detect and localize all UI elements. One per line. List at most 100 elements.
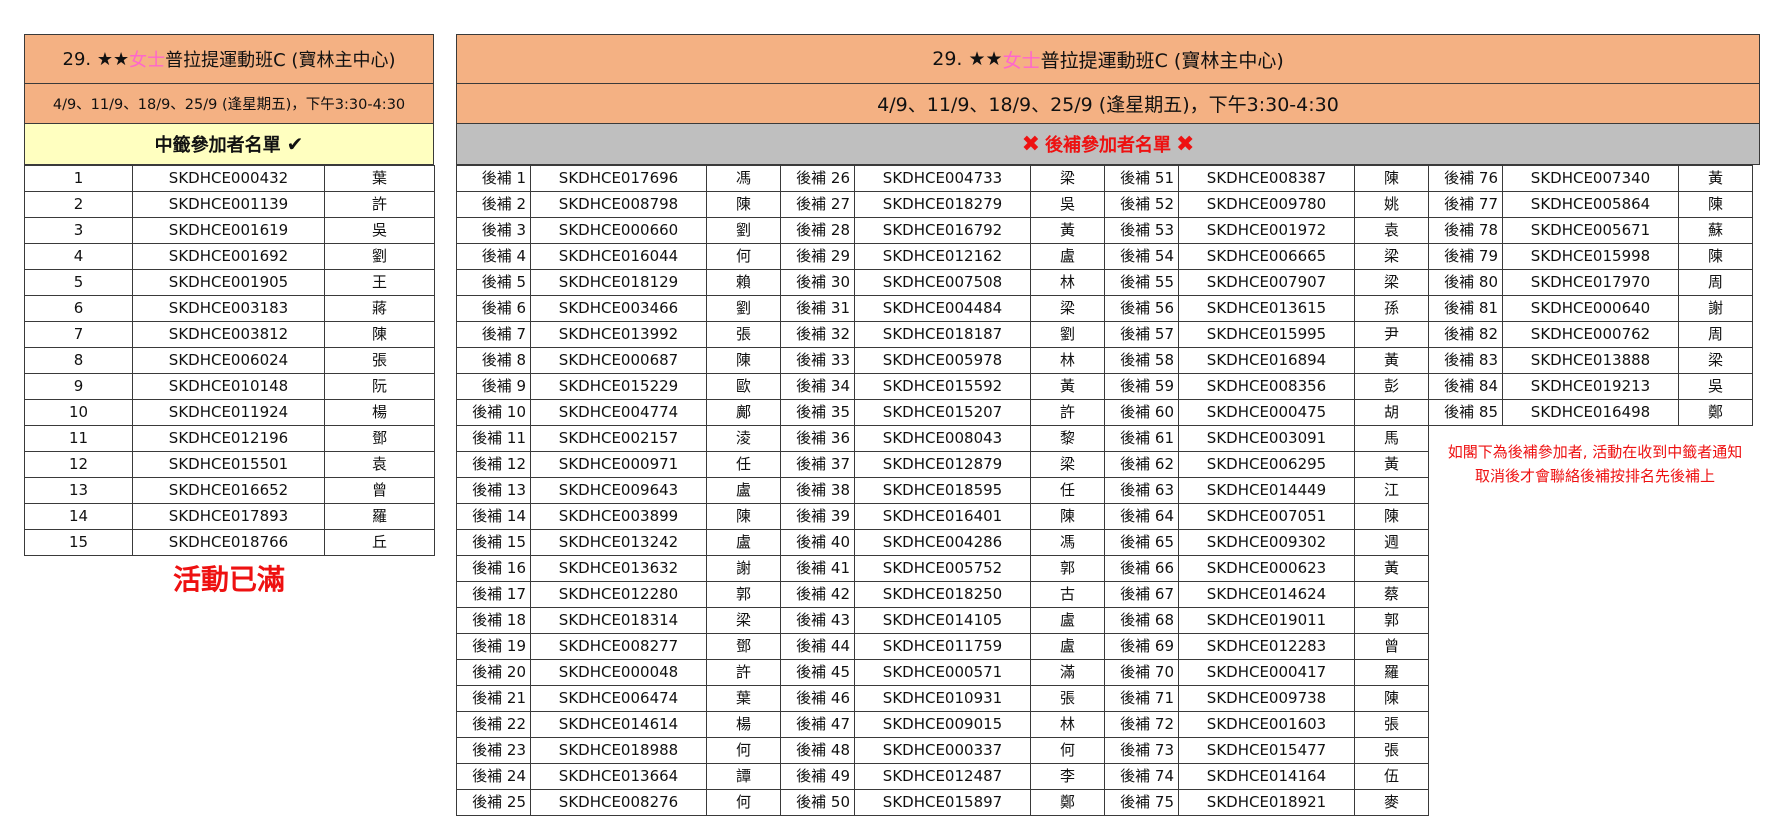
waitlist-rank: 後補 43	[780, 607, 855, 634]
waitlist-id: SKDHCE019213	[1502, 373, 1679, 400]
empty-cell	[1503, 686, 1679, 712]
waitlist-rank: 後補 85	[1428, 399, 1503, 426]
winner-surname: 許	[324, 191, 435, 218]
waitlist-id: SKDHCE005752	[854, 555, 1031, 582]
waitlist-rank: 後補 19	[456, 633, 531, 660]
waitlist-surname: 賴	[706, 269, 781, 296]
waitlist-rank: 後補 49	[780, 763, 855, 790]
waitlist-surname: 梁	[1030, 451, 1105, 478]
waitlist-id: SKDHCE016894	[1178, 347, 1355, 374]
waitlist-id: SKDHCE013632	[530, 555, 707, 582]
waitlist-row: 後補 14 SKDHCE003899 陳後補 39 SKDHCE016401 陳後補 6…	[456, 503, 1753, 530]
waitlist-rank: 後補 70	[1104, 659, 1179, 686]
empty-cell	[1429, 660, 1503, 686]
winner-number: 8	[24, 347, 133, 374]
waitlist-surname: 江	[1354, 477, 1429, 504]
waitlist-surname: 劉	[1030, 321, 1105, 348]
waitlist-rank: 後補 59	[1104, 373, 1179, 400]
winner-id: SKDHCE016652	[132, 477, 325, 504]
waitlist-id: SKDHCE009780	[1178, 191, 1355, 218]
waitlist-id: SKDHCE009302	[1178, 529, 1355, 556]
empty-cell	[1429, 530, 1503, 556]
winner-surname: 吳	[324, 217, 435, 244]
waitlist-rank: 後補 2	[456, 191, 531, 218]
waitlist-row: 後補 9 SKDHCE015229 歐後補 34 SKDHCE015592 黃後補 59…	[456, 373, 1753, 400]
waitlist-row: 後補 7 SKDHCE013992 張後補 32 SKDHCE018187 劉後補 57…	[456, 321, 1753, 348]
waitlist-rank: 後補 7	[456, 321, 531, 348]
waitlist-id: SKDHCE004286	[854, 529, 1031, 556]
empty-cell	[1429, 686, 1503, 712]
waitlist-surname: 蘇	[1678, 217, 1753, 244]
waitlist-rank: 後補 68	[1104, 607, 1179, 634]
winner-id: SKDHCE001139	[132, 191, 325, 218]
waitlist-rank: 後補 20	[456, 659, 531, 686]
empty-cell	[1503, 764, 1679, 790]
waitlist-surname: 張	[706, 321, 781, 348]
waitlist-id: SKDHCE015998	[1502, 243, 1679, 270]
waitlist-surname: 張	[1030, 685, 1105, 712]
waitlist-surname: 陳	[1678, 191, 1753, 218]
winner-number: 3	[24, 217, 133, 244]
winner-id: SKDHCE000432	[132, 165, 325, 192]
winner-row: 2 SKDHCE001139 許	[24, 191, 435, 218]
winner-row: 5 SKDHCE001905 王	[24, 269, 435, 296]
check-icon: ✔	[286, 132, 304, 156]
waitlist-rank: 後補 1	[456, 165, 531, 192]
waitlist-id: SKDHCE012280	[530, 581, 707, 608]
winner-row: 3 SKDHCE001619 吳	[24, 217, 435, 244]
waitlist-row: 後補 16 SKDHCE013632 謝後補 41 SKDHCE005752 郭後補 6…	[456, 555, 1753, 582]
waitlist-surname: 鄺	[706, 399, 781, 426]
waitlist-schedule: 4/9、11/9、18/9、25/9 (逢星期五)，下午3:30-4:30	[456, 84, 1760, 124]
waitlist-surname: 謝	[1678, 295, 1753, 322]
winner-row: 11 SKDHCE012196 鄧	[24, 425, 435, 452]
waitlist-surname: 古	[1030, 581, 1105, 608]
waitlist-surname: 郭	[706, 581, 781, 608]
waitlist-rank: 後補 22	[456, 711, 531, 738]
waitlist-id: SKDHCE009015	[854, 711, 1031, 738]
empty-cell	[1503, 582, 1679, 608]
waitlist-row: 後補 20 SKDHCE000048 許後補 45 SKDHCE000571 滿後補 7…	[456, 659, 1753, 686]
waitlist-surname: 任	[1030, 477, 1105, 504]
waitlist-rank: 後補 3	[456, 217, 531, 244]
cross-icon: ✖	[1176, 131, 1195, 157]
waitlist-id: SKDHCE003899	[530, 503, 707, 530]
waitlist-rank: 後補 32	[780, 321, 855, 348]
waitlist-id: SKDHCE018921	[1178, 789, 1355, 816]
empty-cell	[1679, 790, 1753, 816]
waitlist-surname: 郭	[1354, 607, 1429, 634]
waitlist-id: SKDHCE018595	[854, 477, 1031, 504]
winner-id: SKDHCE001619	[132, 217, 325, 244]
waitlist-rank: 後補 48	[780, 737, 855, 764]
waitlist-rank: 後補 76	[1428, 165, 1503, 192]
waitlist-rank: 後補 27	[780, 191, 855, 218]
waitlist-surname: 鄧	[706, 633, 781, 660]
empty-cell	[1429, 712, 1503, 738]
waitlist-id: SKDHCE004733	[854, 165, 1031, 192]
waitlist-surname: 黃	[1678, 165, 1753, 192]
waitlist-id: SKDHCE014614	[530, 711, 707, 738]
waitlist-rank: 後補 33	[780, 347, 855, 374]
waitlist-row: 後補 23 SKDHCE018988 何後補 48 SKDHCE000337 何後補 7…	[456, 737, 1753, 764]
winner-surname: 袁	[324, 451, 435, 478]
waitlist-id: SKDHCE005671	[1502, 217, 1679, 244]
waitlist-rank: 後補 47	[780, 711, 855, 738]
waitlist-row: 後補 24 SKDHCE013664 譚後補 49 SKDHCE012487 李後補 7…	[456, 763, 1753, 790]
waitlist-row: 後補 6 SKDHCE003466 劉後補 31 SKDHCE004484 梁後補 56…	[456, 295, 1753, 322]
waitlist-id: SKDHCE001972	[1178, 217, 1355, 244]
empty-cell	[1429, 556, 1503, 582]
cross-icon: ✖	[1021, 131, 1040, 157]
winner-row: 7 SKDHCE003812 陳	[24, 321, 435, 348]
waitlist-surname: 盧	[706, 529, 781, 556]
waitlist-rank: 後補 38	[780, 477, 855, 504]
waitlist-id: SKDHCE001603	[1178, 711, 1355, 738]
waitlist-rank: 後補 23	[456, 737, 531, 764]
waitlist-id: SKDHCE000571	[854, 659, 1031, 686]
waitlist-surname: 劉	[706, 295, 781, 322]
waitlist-rank: 後補 72	[1104, 711, 1179, 738]
waitlist-surname: 陳	[1030, 503, 1105, 530]
waitlist-surname: 羅	[1354, 659, 1429, 686]
empty-cell	[1429, 582, 1503, 608]
waitlist-surname: 何	[706, 737, 781, 764]
waitlist-id: SKDHCE012487	[854, 763, 1031, 790]
waitlist-rank: 後補 65	[1104, 529, 1179, 556]
